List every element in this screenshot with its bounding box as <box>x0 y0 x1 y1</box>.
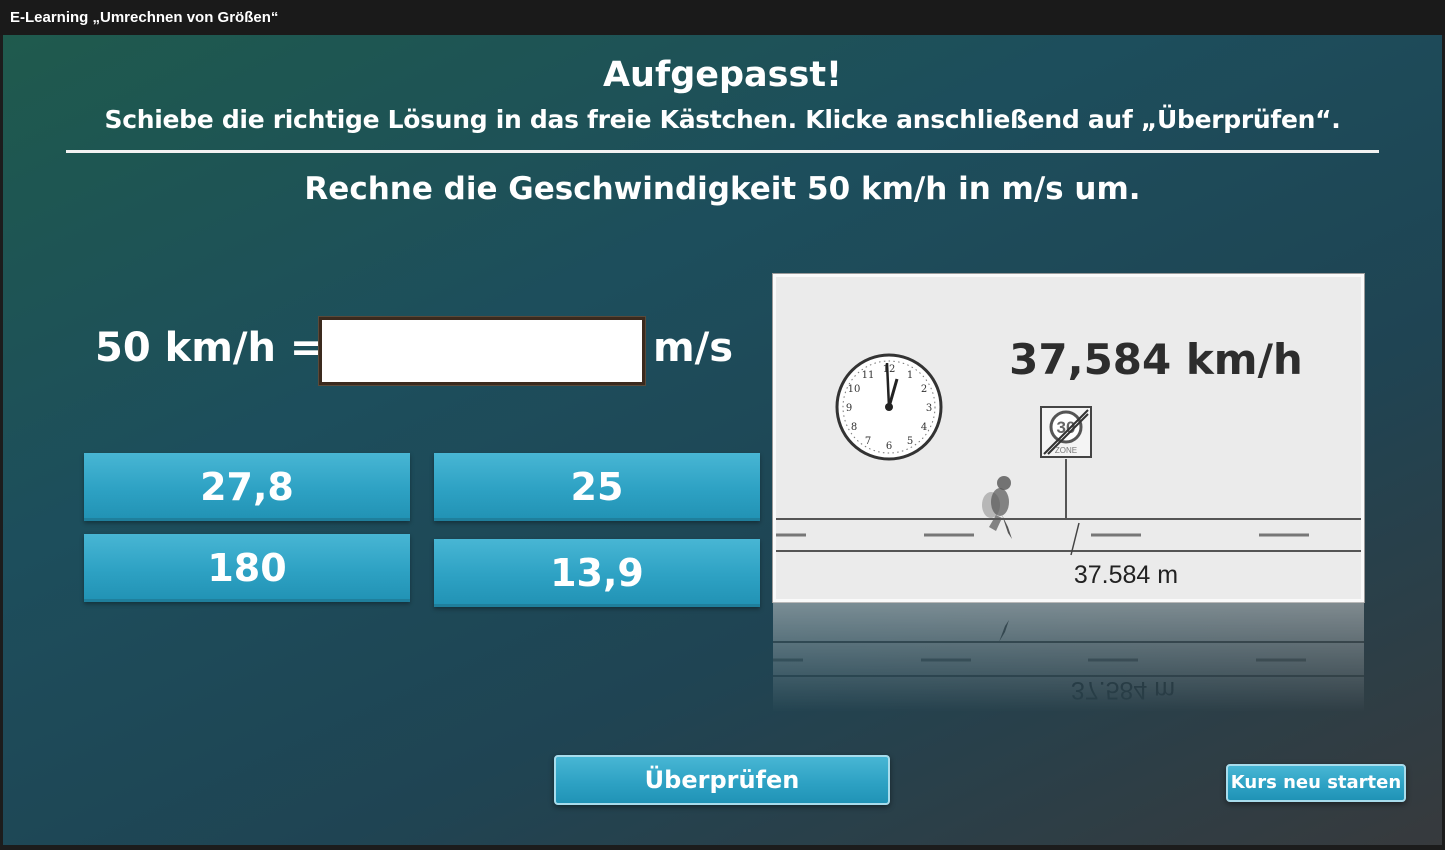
restart-course-button[interactable]: Kurs neu starten <box>1226 764 1406 802</box>
svg-text:9: 9 <box>846 403 852 414</box>
distance-reflection: 37.584 m <box>1070 676 1176 704</box>
svg-text:8: 8 <box>851 422 857 433</box>
check-button[interactable]: Überprüfen <box>554 755 890 805</box>
speed-label: 37,584 km/h <box>1009 335 1303 384</box>
svg-text:7: 7 <box>865 436 871 447</box>
answer-tile-3[interactable]: 180 <box>84 534 410 602</box>
answer-drop-box[interactable] <box>319 317 645 385</box>
page-title: Aufgepasst! <box>602 55 843 95</box>
svg-text:2: 2 <box>921 384 927 395</box>
answer-tile-1[interactable]: 27,8 <box>84 453 410 521</box>
question-text: Rechne die Geschwindigkeit 50 km/h in m/… <box>304 171 1141 207</box>
zone-sign-icon: 30 ZONE <box>1040 406 1092 519</box>
equation-unit: m/s <box>653 325 734 371</box>
answer-tile-2[interactable]: 25 <box>434 453 760 521</box>
svg-text:5: 5 <box>907 436 913 447</box>
sign-text: ZONE <box>1055 446 1077 455</box>
divider <box>66 150 1379 153</box>
svg-text:4: 4 <box>921 422 927 433</box>
svg-text:1: 1 <box>907 370 913 381</box>
clock-icon: 12 12 3 45 6 78 9 1011 <box>835 353 943 461</box>
svg-text:12: 12 <box>883 364 896 375</box>
sign-number: 30 <box>1057 418 1076 437</box>
instruction-text: Schiebe die richtige Lösung in das freie… <box>104 105 1341 134</box>
svg-text:11: 11 <box>862 370 875 381</box>
lesson-stage: Aufgepasst! Schiebe die richtige Lösung … <box>3 35 1442 845</box>
svg-text:10: 10 <box>848 384 861 395</box>
speed-illustration: 12 1 2 3 45 6 78 9 10 11 30 ZONE 37,584 km… <box>772 273 1365 603</box>
svg-text:3: 3 <box>926 403 932 414</box>
equation-left: 50 km/h = <box>95 325 324 371</box>
distance-label: 37.584 m <box>1073 561 1179 589</box>
illustration-scene: 12 12 3 45 6 78 9 1011 30 ZONE <box>776 353 1361 556</box>
window-title: E-Learning „Umrechnen von Größen“ <box>0 0 1445 35</box>
answer-tile-4[interactable]: 13,9 <box>434 539 760 607</box>
illustration-reflection: 37.584 m <box>773 602 1364 712</box>
runner-icon <box>982 476 1012 539</box>
svg-text:6: 6 <box>886 441 892 452</box>
